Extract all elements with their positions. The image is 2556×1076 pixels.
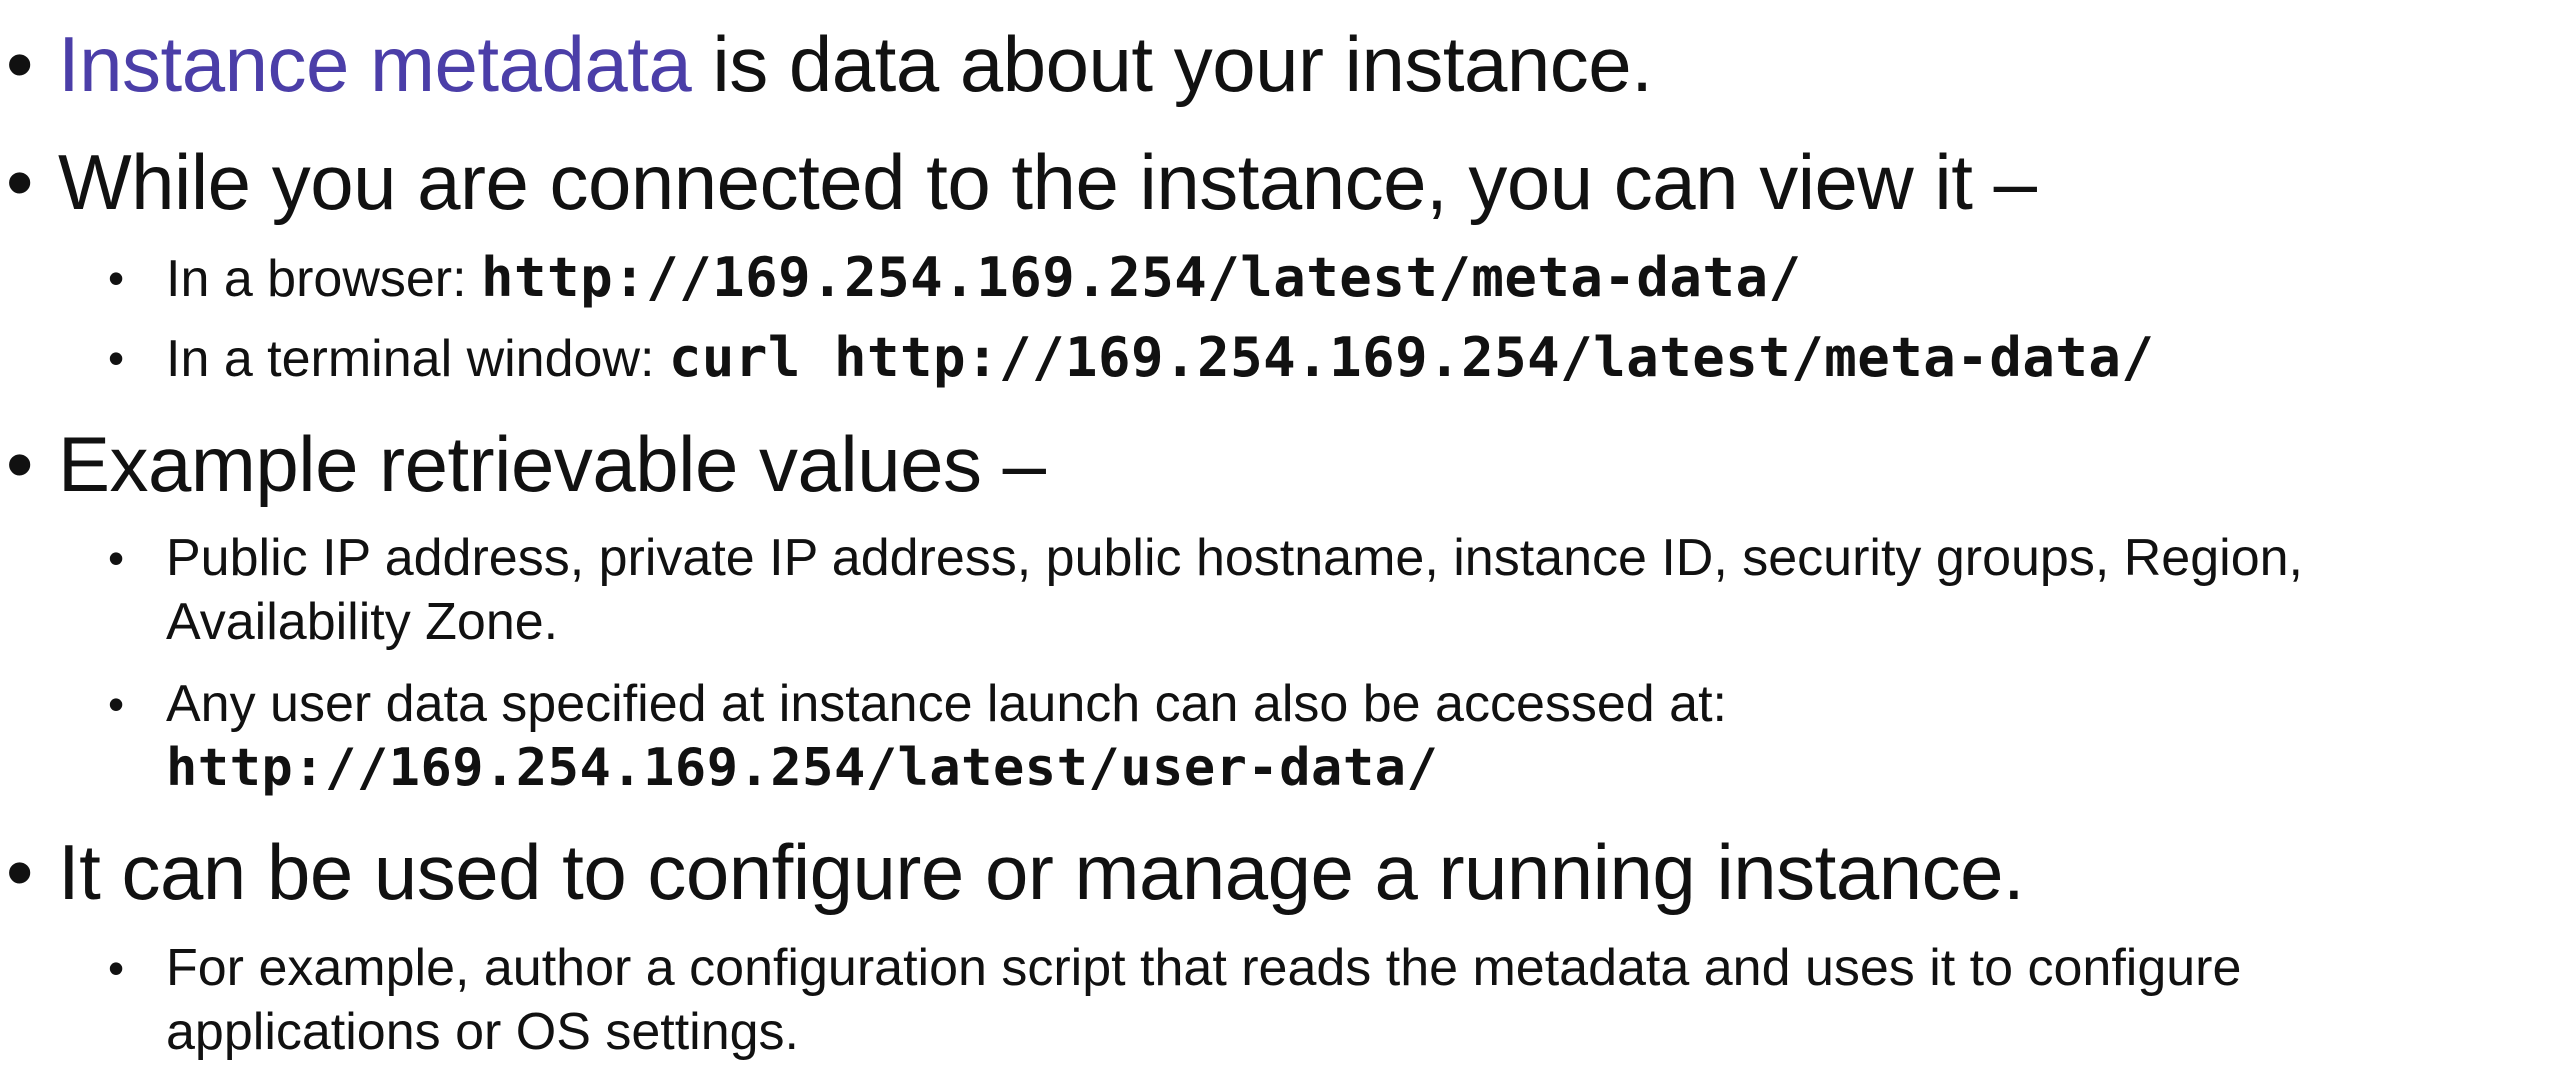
bullet-text: Example retrievable values – xyxy=(58,420,1046,508)
bullet-dot-icon: • xyxy=(6,420,33,508)
bullet-dot-icon: • xyxy=(6,20,33,108)
code-command: curl http://169.254.169.254/latest/meta-… xyxy=(668,326,2155,389)
sub-bullet-dot-icon: • xyxy=(108,942,125,994)
sub-bullet-text: For example, author a configuration scri… xyxy=(166,939,2242,997)
sub-bullet-dot-icon: • xyxy=(108,532,125,584)
sub-bullet-dot-icon: • xyxy=(108,332,125,384)
sub-bullet-text: Public IP address, private IP address, p… xyxy=(166,529,2303,587)
sub-bullet-label: In a browser: xyxy=(166,250,482,308)
sub-bullet-continuation: Availability Zone. xyxy=(166,593,559,651)
code-url: http://169.254.169.254/latest/meta-data/ xyxy=(481,246,1802,309)
bullet-dot-icon: • xyxy=(6,138,33,226)
sub-bullet-dot-icon: • xyxy=(108,678,125,730)
bullet-text: is data about your instance. xyxy=(691,20,1653,108)
bullet-text: It can be used to configure or manage a … xyxy=(58,828,2025,916)
slide: • Instance metadata is data about your i… xyxy=(0,0,2556,1076)
code-user-data-url: http://169.254.169.254/latest/user-data/ xyxy=(166,738,1439,798)
highlight-term: Instance metadata xyxy=(58,20,692,108)
sub-bullet-dot-icon: • xyxy=(108,252,125,304)
bullet-text: While you are connected to the instance,… xyxy=(58,138,2037,226)
bullet-dot-icon: • xyxy=(6,828,33,916)
sub-bullet-text: Any user data specified at instance laun… xyxy=(166,675,1727,733)
sub-bullet-label: In a terminal window: xyxy=(166,330,669,388)
sub-bullet-continuation: applications or OS settings. xyxy=(166,1003,799,1061)
